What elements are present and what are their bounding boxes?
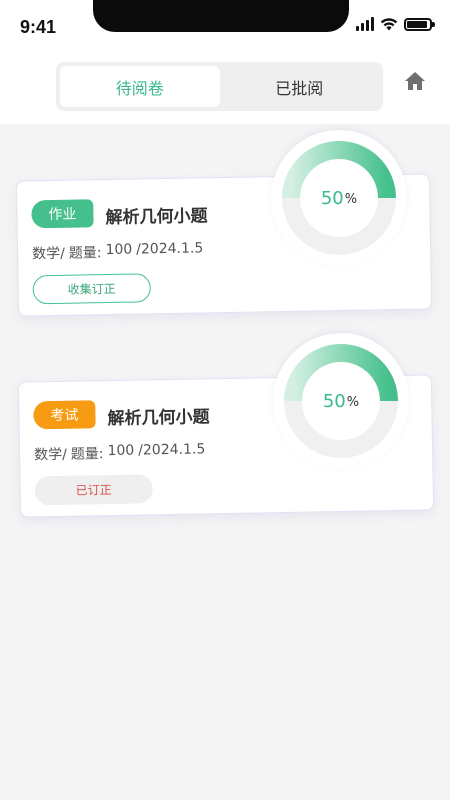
cellular-signal-icon (356, 17, 374, 31)
task-count-label: 题量: (68, 245, 102, 262)
corrected-status-button[interactable]: 已订正 (34, 474, 153, 506)
task-subject: 数学/ (31, 245, 65, 263)
status-icons (356, 17, 435, 31)
segmented-tabs: 待阅卷 已批阅 (56, 62, 383, 111)
progress-label: 50% (273, 333, 409, 469)
progress-value: 50 (320, 187, 344, 209)
task-count: 100 (107, 442, 135, 460)
task-meta: 数学/ 题量: 100 /2024.1.5 (34, 441, 206, 464)
task-title: 解析几何小题 (107, 407, 210, 430)
progress-unit: % (344, 192, 358, 207)
progress-value: 50 (322, 390, 346, 412)
wifi-icon (380, 18, 398, 31)
progress-donut: 50% (273, 333, 409, 469)
battery-icon (404, 17, 435, 31)
progress-donut: 50% (271, 130, 407, 266)
tab-pending-grading[interactable]: 待阅卷 (60, 66, 220, 107)
status-time: 9:41 (20, 17, 57, 37)
task-title: 解析几何小题 (105, 206, 208, 229)
progress-label: 50% (271, 130, 407, 266)
status-bar: 9:41 (0, 0, 450, 56)
device-notch (93, 0, 349, 32)
home-icon[interactable] (404, 70, 426, 92)
task-type-badge: 作业 (31, 199, 94, 229)
task-count: 100 (105, 241, 133, 259)
collect-corrections-button[interactable]: 收集订正 (32, 273, 151, 305)
tab-graded[interactable]: 已批阅 (220, 66, 380, 107)
task-meta: 数学/ 题量: 100 /2024.1.5 (32, 240, 204, 263)
task-count-label: 题量: (70, 446, 104, 463)
task-date: /2024.1.5 (136, 240, 204, 258)
task-type-badge: 考试 (33, 400, 96, 430)
task-subject: 数学/ (33, 446, 67, 464)
progress-unit: % (346, 395, 360, 410)
task-date: /2024.1.5 (138, 441, 206, 459)
